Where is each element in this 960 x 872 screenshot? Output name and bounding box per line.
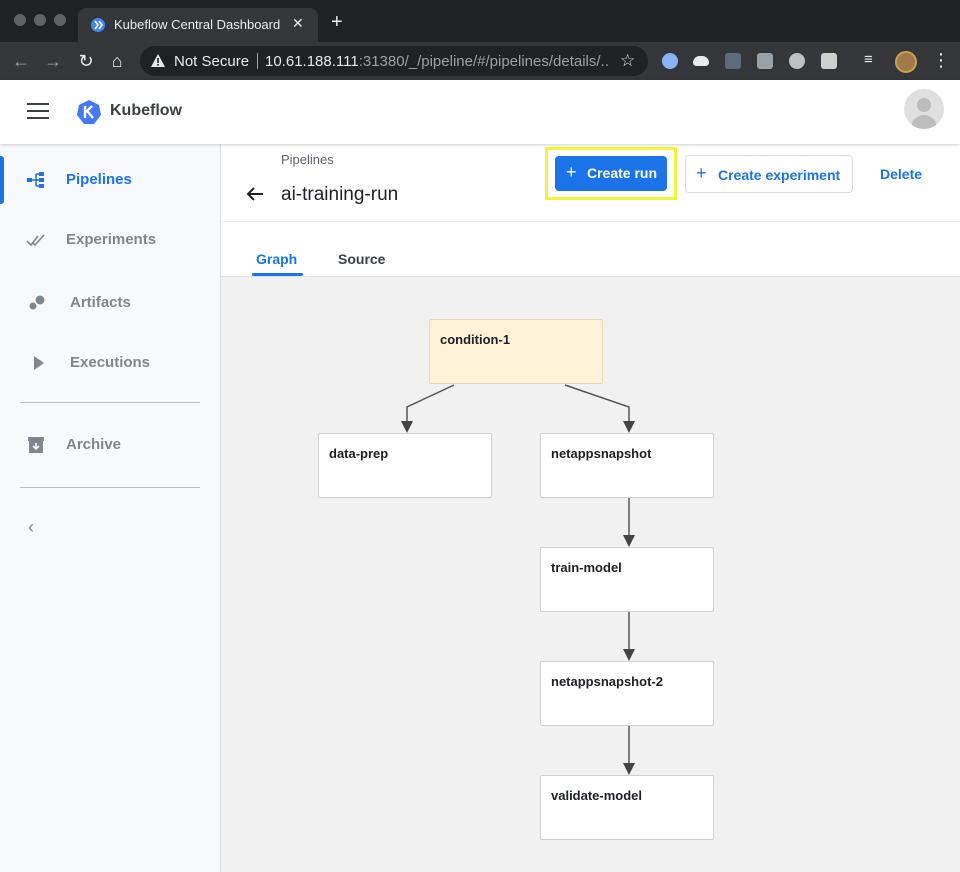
tab-active-indicator <box>252 273 303 276</box>
create-run-label: Create run <box>587 165 658 181</box>
window-minimize-button[interactable] <box>34 14 46 26</box>
create-run-button[interactable]: + Create run <box>555 156 667 191</box>
browser-profile-avatar[interactable] <box>895 51 917 73</box>
sidebar-item-label: Executions <box>70 354 151 371</box>
active-indicator <box>0 156 4 204</box>
warning-icon <box>151 54 165 67</box>
browser-menu-icon[interactable]: ⋮ <box>932 50 950 71</box>
sidebar-item-label: Pipelines <box>66 171 132 188</box>
node-label: train-model <box>551 560 622 575</box>
sidebar-item-label: Experiments <box>66 231 157 248</box>
tab-title: Kubeflow Central Dashboard <box>114 17 281 32</box>
graph-node-data-prep[interactable]: data-prep <box>318 433 492 498</box>
executions-icon <box>34 356 44 370</box>
sidebar-item-experiments[interactable]: Experiments <box>0 216 220 264</box>
browser-toolbar: ← → ↻ ⌂ Not Secure 10.61.188.111:31380/_… <box>0 42 960 80</box>
new-tab-icon[interactable]: + <box>331 12 343 32</box>
window-close-button[interactable] <box>14 14 26 26</box>
browser-tab[interactable]: Kubeflow Central Dashboard ✕ <box>78 8 318 42</box>
tab-bar: Graph Source <box>221 222 960 277</box>
plus-icon: + <box>696 163 707 183</box>
create-experiment-button[interactable]: + Create experiment <box>685 155 853 193</box>
node-label: data-prep <box>329 446 389 461</box>
back-nav-icon[interactable]: ← <box>10 50 32 72</box>
extension-5-icon[interactable] <box>789 53 805 69</box>
experiments-icon <box>26 234 45 247</box>
breadcrumb[interactable]: Pipelines <box>281 152 334 167</box>
plus-icon: + <box>566 162 577 182</box>
node-label: netappsnapshot-2 <box>551 674 663 689</box>
sidebar-item-executions[interactable]: Executions <box>0 339 220 387</box>
extension-4-icon[interactable] <box>757 53 773 69</box>
sidebar-item-label: Artifacts <box>70 294 131 311</box>
tab-graph[interactable]: Graph <box>256 251 297 267</box>
graph-node-validate-model[interactable]: validate-model <box>540 775 714 840</box>
graph-node-condition-1[interactable]: condition-1 <box>429 319 603 384</box>
browser-tabstrip: Kubeflow Central Dashboard ✕ + <box>0 0 960 42</box>
media-control-icon[interactable]: ≡ <box>864 51 880 68</box>
url-host: 10.61.188.111 <box>265 53 359 70</box>
tab-close-icon[interactable]: ✕ <box>292 15 304 32</box>
cloud-extension-icon[interactable] <box>693 56 709 66</box>
extension-3-icon[interactable] <box>725 53 741 69</box>
url-text[interactable]: 10.61.188.111:31380/_/pipeline/#/pipelin… <box>265 53 610 70</box>
node-label: validate-model <box>551 788 643 803</box>
app-header: Kubeflow <box>0 80 960 144</box>
edge-condition-netappsnapshot <box>564 384 635 433</box>
pipelines-icon <box>27 172 44 188</box>
graph-node-netappsnapshot[interactable]: netappsnapshot <box>540 433 714 498</box>
delete-button[interactable]: Delete <box>880 166 922 182</box>
home-icon[interactable]: ⌂ <box>106 50 128 72</box>
url-path: :31380/_/pipeline/#/pipelines/details/..… <box>358 53 610 70</box>
create-experiment-label: Create experiment <box>718 167 841 183</box>
not-secure-label[interactable]: Not Secure <box>174 53 249 70</box>
sidebar-item-artifacts[interactable]: Artifacts <box>0 279 220 327</box>
sidebar-divider <box>20 402 200 403</box>
page-title: ai-training-run <box>281 184 399 205</box>
archive-icon <box>28 437 44 453</box>
bookmark-star-icon[interactable]: ☆ <box>620 51 635 71</box>
collapse-sidebar-icon[interactable]: ‹ <box>28 517 34 538</box>
address-bar[interactable]: Not Secure 10.61.188.111:31380/_/pipelin… <box>140 46 648 76</box>
reload-icon[interactable]: ↻ <box>75 50 97 72</box>
page-header: Pipelines ai-training-run + Create run +… <box>221 144 960 222</box>
back-arrow-icon[interactable] <box>245 184 265 204</box>
kubeflow-favicon-icon <box>91 18 105 32</box>
kubeflow-logo-icon <box>77 100 101 124</box>
artifacts-icon <box>29 295 45 310</box>
forward-nav-icon[interactable]: → <box>42 50 64 72</box>
extension-1-icon[interactable] <box>662 53 678 69</box>
sidebar-item-archive[interactable]: Archive <box>0 421 220 469</box>
pipeline-graph: condition-1 data-prep netappsnapshot tra… <box>221 277 960 872</box>
edge-condition-dataprep <box>401 384 455 433</box>
node-label: condition-1 <box>440 332 511 347</box>
sidebar-item-label: Archive <box>66 436 122 453</box>
node-label: netappsnapshot <box>551 446 652 461</box>
tab-source[interactable]: Source <box>338 251 385 267</box>
graph-node-netappsnapshot-2[interactable]: netappsnapshot-2 <box>540 661 714 726</box>
hamburger-menu-icon[interactable] <box>27 103 49 121</box>
omnibox-divider <box>257 53 258 69</box>
window-maximize-button[interactable] <box>54 14 66 26</box>
app-name: Kubeflow <box>110 102 182 119</box>
sidebar: Pipelines Experiments Artifacts Executio… <box>0 144 221 872</box>
extension-6-icon[interactable] <box>821 53 837 69</box>
graph-node-train-model[interactable]: train-model <box>540 547 714 612</box>
sidebar-divider <box>20 487 200 488</box>
sidebar-item-pipelines[interactable]: Pipelines <box>0 156 220 204</box>
user-avatar[interactable] <box>904 89 944 129</box>
